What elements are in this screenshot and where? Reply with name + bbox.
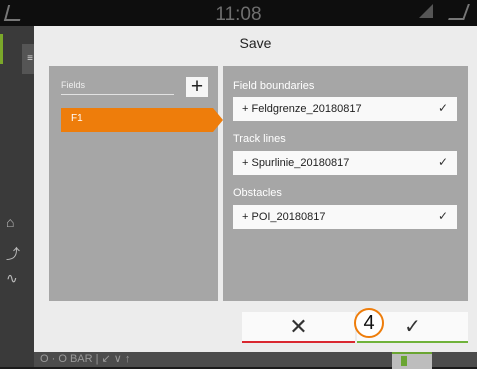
item-field-boundary[interactable]: + Feldgrenze_20180817 ✓	[233, 97, 457, 121]
side-toolbar	[0, 26, 34, 367]
home-icon[interactable]: ⌂	[6, 214, 14, 230]
dialog-title: Save	[239, 35, 272, 51]
tractor-icon[interactable]: ∿	[6, 270, 18, 287]
item-track-line[interactable]: + Spurlinie_20180817 ✓	[233, 151, 457, 175]
save-options-panel: Field boundaries + Feldgrenze_20180817 ✓…	[223, 66, 468, 301]
item-obstacle[interactable]: + POI_20180817 ✓	[233, 205, 457, 229]
cancel-button[interactable]: ✕	[242, 312, 355, 343]
check-icon: ✓	[437, 209, 448, 223]
field-item-label: F1	[71, 113, 83, 124]
selection-arrow-icon	[213, 108, 223, 132]
section-title-obstacles: Obstacles	[233, 187, 282, 199]
step-callout-badge: 4	[354, 308, 384, 338]
fields-header: Fields	[61, 78, 174, 95]
active-indicator	[0, 34, 3, 64]
field-item-f1[interactable]: F1	[61, 108, 223, 132]
save-dialog: Save Fields + F1 Field boundaries + Feld…	[34, 26, 477, 352]
item-label: + Feldgrenze_20180817	[242, 103, 362, 115]
selection-highlight	[61, 108, 213, 132]
fields-panel: Fields + F1	[49, 66, 223, 301]
section-title-field-boundaries: Field boundaries	[233, 80, 315, 92]
section-title-track-lines: Track lines	[233, 133, 286, 145]
active-function-box[interactable]	[392, 352, 432, 369]
check-icon: ✓	[437, 101, 448, 115]
add-field-button[interactable]: +	[186, 76, 208, 97]
signal-icon	[419, 4, 433, 18]
status-bar: 11:08	[0, 0, 477, 26]
close-icon: ✕	[289, 314, 308, 339]
item-label: + Spurlinie_20180817	[242, 157, 350, 169]
item-label: + POI_20180817	[242, 211, 326, 223]
check-icon: ✓	[437, 155, 448, 169]
battery-icon	[401, 356, 407, 366]
clock: 11:08	[215, 4, 262, 25]
tool-icon[interactable]: ⤴	[6, 244, 20, 264]
